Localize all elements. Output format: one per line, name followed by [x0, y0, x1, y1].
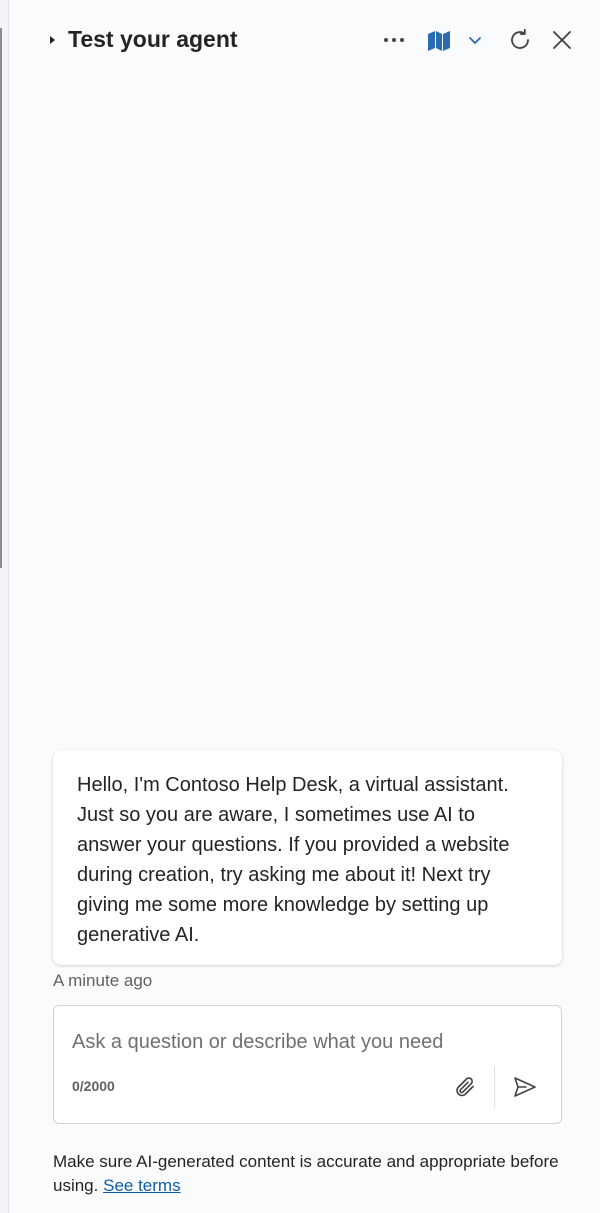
more-horizontal-icon [384, 38, 404, 42]
bot-message-bubble: Hello, I'm Contoso Help Desk, a virtual … [53, 750, 562, 965]
attach-button[interactable] [447, 1069, 483, 1105]
refresh-button[interactable] [505, 25, 535, 55]
chevron-down-icon [469, 36, 481, 44]
test-agent-panel: Test your agent Hello, I'm Contoso Help … [0, 0, 600, 1213]
see-terms-link[interactable]: See terms [103, 1176, 180, 1195]
paperclip-icon [456, 1077, 474, 1097]
map-button[interactable] [424, 26, 454, 56]
chat-input[interactable] [72, 1024, 542, 1060]
send-icon [514, 1077, 536, 1097]
message-timestamp: A minute ago [53, 971, 153, 990]
panel-resize-handle[interactable] [0, 28, 2, 568]
map-dropdown-button[interactable] [464, 30, 486, 50]
bot-message-text: Hello, I'm Contoso Help Desk, a virtual … [77, 774, 510, 946]
panel-header: Test your agent [8, 0, 600, 80]
character-counter: 0/2000 [72, 1078, 115, 1094]
map-icon [428, 31, 450, 51]
composer-divider [494, 1066, 495, 1108]
close-icon [553, 31, 571, 49]
caret-right-icon [50, 36, 55, 44]
send-button[interactable] [507, 1069, 543, 1105]
collapse-button[interactable] [42, 30, 62, 50]
close-button[interactable] [547, 25, 577, 55]
more-options-button[interactable] [378, 26, 410, 54]
panel-title: Test your agent [68, 26, 238, 52]
ai-disclaimer: Make sure AI-generated content is accura… [53, 1150, 573, 1198]
refresh-icon [511, 28, 529, 49]
chat-composer: 0/2000 [53, 1005, 562, 1124]
